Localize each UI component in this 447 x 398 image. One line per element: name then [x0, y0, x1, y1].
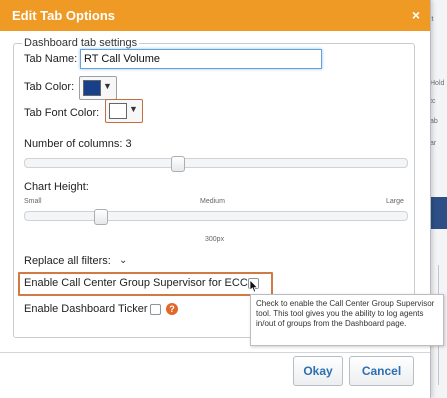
dialog-title-bar[interactable]: Edit Tab Options × [0, 0, 430, 31]
tab-name-label: Tab Name: [24, 53, 78, 65]
background-fragment: Hold [430, 80, 445, 87]
tab-color-swatch [83, 80, 101, 96]
chevron-down-icon: ▼ [103, 81, 112, 91]
chart-height-label: Chart Height: [24, 181, 89, 193]
mouse-pointer-icon [249, 279, 259, 293]
tab-font-color-label: Tab Font Color: [24, 107, 100, 119]
chart-height-small-label: Small [24, 198, 42, 205]
tab-name-input[interactable] [80, 49, 322, 69]
dialog-title: Edit Tab Options [12, 8, 116, 23]
ticker-label: Enable Dashboard Ticker [24, 303, 148, 315]
ecc-tooltip: Check to enable the Call Center Group Su… [250, 294, 444, 346]
ticker-checkbox[interactable] [150, 304, 161, 315]
tab-color-picker[interactable]: ▼ [79, 76, 117, 100]
settings-legend: Dashboard tab settings [24, 37, 138, 49]
replace-filters-label: Replace all filters: [24, 255, 111, 267]
tab-font-color-swatch [109, 103, 127, 119]
close-icon[interactable]: × [412, 7, 420, 23]
chart-height-medium-label: Medium [200, 198, 225, 205]
footer-separator [0, 352, 430, 353]
help-icon[interactable]: ? [166, 303, 178, 315]
chart-height-slider-handle[interactable] [94, 209, 109, 225]
columns-slider[interactable] [24, 158, 408, 168]
cancel-button[interactable]: Cancel [349, 356, 414, 386]
tab-font-color-picker[interactable]: ▼ [105, 99, 143, 123]
chart-height-value: 300px [205, 236, 225, 243]
chevron-down-icon: ▼ [129, 104, 138, 114]
columns-slider-handle[interactable] [170, 156, 185, 172]
chart-height-slider[interactable] [24, 211, 408, 221]
columns-label: Number of columns: 3 [24, 138, 132, 150]
ecc-label: Enable Call Center Group Supervisor for … [24, 277, 248, 289]
chevron-down-icon[interactable]: ⌄ [119, 255, 127, 266]
okay-button[interactable]: Okay [293, 356, 343, 386]
background-fragment: ab [430, 118, 438, 125]
tab-color-label: Tab Color: [24, 81, 75, 93]
chart-height-large-label: Large [386, 198, 404, 205]
